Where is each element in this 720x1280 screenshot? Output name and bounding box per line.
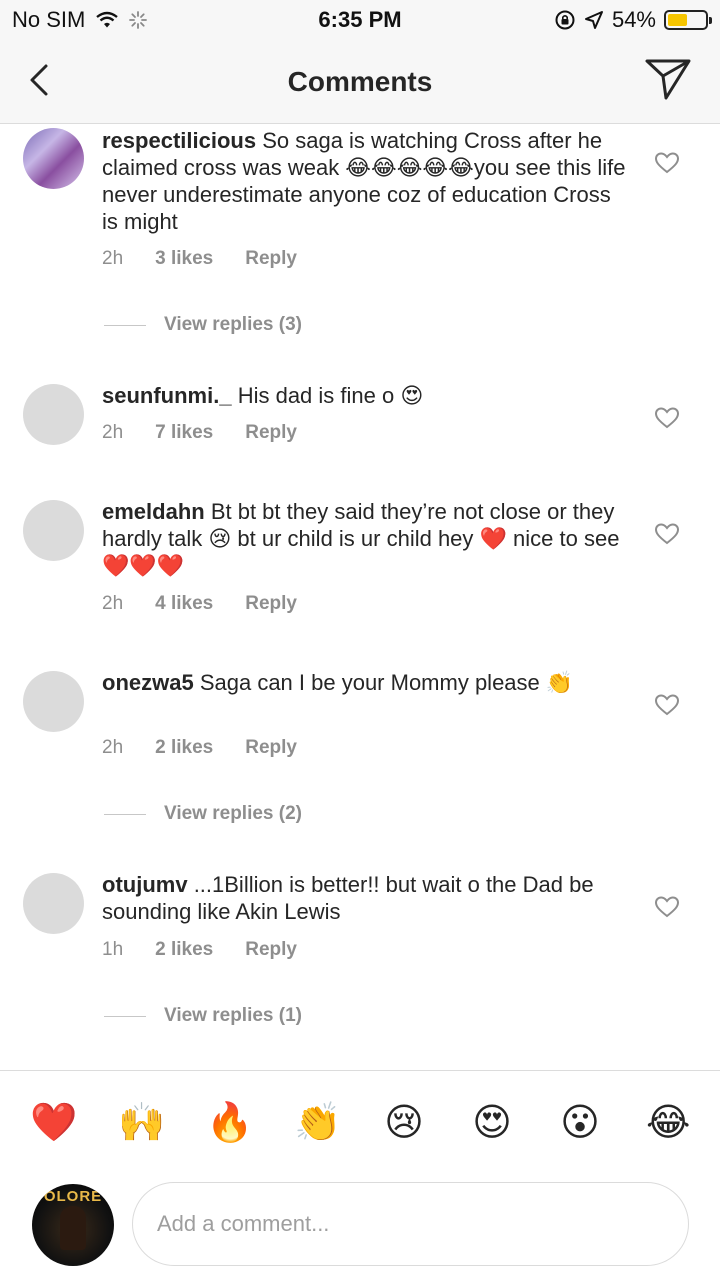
comment-meta: 2h 3 likes Reply xyxy=(102,248,297,270)
comment-time: 2h xyxy=(102,737,124,758)
emoji-crying[interactable]: 😢 xyxy=(382,1101,426,1145)
avatar[interactable] xyxy=(23,873,84,934)
emoji-clapping[interactable]: 👏 xyxy=(294,1101,341,1145)
heart-icon[interactable] xyxy=(654,522,680,546)
comment-meta: 2h 4 likes Reply xyxy=(102,593,297,615)
quick-emoji-bar: ❤️ 🙌 🔥 👏 😢 😍 😮 😂 xyxy=(0,1070,720,1170)
page-title: Comments xyxy=(287,66,433,97)
avatar-figure xyxy=(60,1206,86,1250)
comment-username[interactable]: seunfunmi._ xyxy=(102,383,232,408)
status-right: 54% xyxy=(554,7,712,33)
emoji-laughing[interactable]: 😂 xyxy=(646,1101,690,1145)
comment-composer: OLORE xyxy=(0,1170,720,1280)
comment-username[interactable]: respectilicious xyxy=(102,128,256,153)
view-replies-label: View replies (2) xyxy=(164,803,302,824)
view-replies-line xyxy=(104,813,146,815)
view-replies-line xyxy=(104,324,146,326)
battery-percent: 54% xyxy=(611,7,656,32)
view-replies-line xyxy=(104,1015,146,1017)
reply-button[interactable]: Reply xyxy=(245,422,297,444)
avatar[interactable] xyxy=(23,384,84,445)
battery-icon xyxy=(664,10,712,30)
comment-body: His dad is fine o 😍 xyxy=(237,383,424,408)
comment-meta: 2h 2 likes Reply xyxy=(102,737,297,759)
comment-time: 1h xyxy=(102,939,124,960)
avatar[interactable] xyxy=(23,671,84,732)
header-bar: Comments xyxy=(0,40,720,124)
view-replies-button[interactable]: View replies (1) xyxy=(104,1005,302,1027)
status-bar: No SIM 6:35 PM 54% xyxy=(0,0,720,40)
reply-button[interactable]: Reply xyxy=(245,737,297,759)
heart-icon[interactable] xyxy=(654,693,680,717)
heart-icon[interactable] xyxy=(654,151,680,175)
comment-input[interactable] xyxy=(132,1182,689,1266)
comment-likes[interactable]: 2 likes xyxy=(155,939,213,961)
comment-likes[interactable]: 4 likes xyxy=(155,593,213,615)
comment-likes[interactable]: 7 likes xyxy=(155,422,213,444)
comment-username[interactable]: otujumv xyxy=(102,872,188,897)
reply-button[interactable]: Reply xyxy=(245,248,297,270)
avatar[interactable] xyxy=(23,128,84,189)
view-replies-label: View replies (3) xyxy=(164,314,302,335)
comment-text: onezwa5 Saga can I be your Mommy please … xyxy=(102,669,632,696)
comment-likes[interactable]: 3 likes xyxy=(155,248,213,270)
comments-list[interactable]: respectilicious So saga is watching Cros… xyxy=(0,124,720,1070)
reply-button[interactable]: Reply xyxy=(245,939,297,961)
comment-text: respectilicious So saga is watching Cros… xyxy=(102,127,632,235)
comment-text: emeldahn Bt bt bt they said they’re not … xyxy=(102,498,632,579)
view-replies-button[interactable]: View replies (2) xyxy=(104,803,302,825)
heart-icon[interactable] xyxy=(654,895,680,919)
emoji-surprised[interactable]: 😮 xyxy=(558,1101,602,1145)
view-replies-button[interactable]: View replies (3) xyxy=(104,314,302,336)
heart-icon[interactable] xyxy=(654,406,680,430)
avatar-logo-text: OLORE xyxy=(43,1188,103,1205)
location-icon xyxy=(584,11,603,29)
battery-fill xyxy=(668,14,687,26)
comment-body: Saga can I be your Mommy please 👏 xyxy=(199,670,574,695)
comment-username[interactable]: onezwa5 xyxy=(102,670,194,695)
avatar[interactable] xyxy=(23,500,84,561)
comment-meta: 2h 7 likes Reply xyxy=(102,422,297,444)
emoji-raising-hands[interactable]: 🙌 xyxy=(118,1101,165,1145)
comment-time: 2h xyxy=(102,422,124,443)
comment-meta: 1h 2 likes Reply xyxy=(102,939,297,961)
emoji-heart[interactable]: ❤️ xyxy=(30,1101,77,1145)
comment-username[interactable]: emeldahn xyxy=(102,499,205,524)
my-avatar: OLORE xyxy=(32,1184,114,1266)
emoji-heart-eyes[interactable]: 😍 xyxy=(470,1101,514,1145)
view-replies-label: View replies (1) xyxy=(164,1005,302,1026)
comment-likes[interactable]: 2 likes xyxy=(155,737,213,759)
emoji-fire[interactable]: 🔥 xyxy=(206,1101,253,1145)
comment-time: 2h xyxy=(102,248,124,269)
paper-plane-icon[interactable] xyxy=(644,56,692,102)
comment-time: 2h xyxy=(102,593,124,614)
comment-text: otujumv ...1Billion is better!! but wait… xyxy=(102,871,632,925)
orientation-lock-icon xyxy=(555,10,575,30)
reply-button[interactable]: Reply xyxy=(245,593,297,615)
comment-text: seunfunmi._ His dad is fine o 😍 xyxy=(102,382,632,409)
